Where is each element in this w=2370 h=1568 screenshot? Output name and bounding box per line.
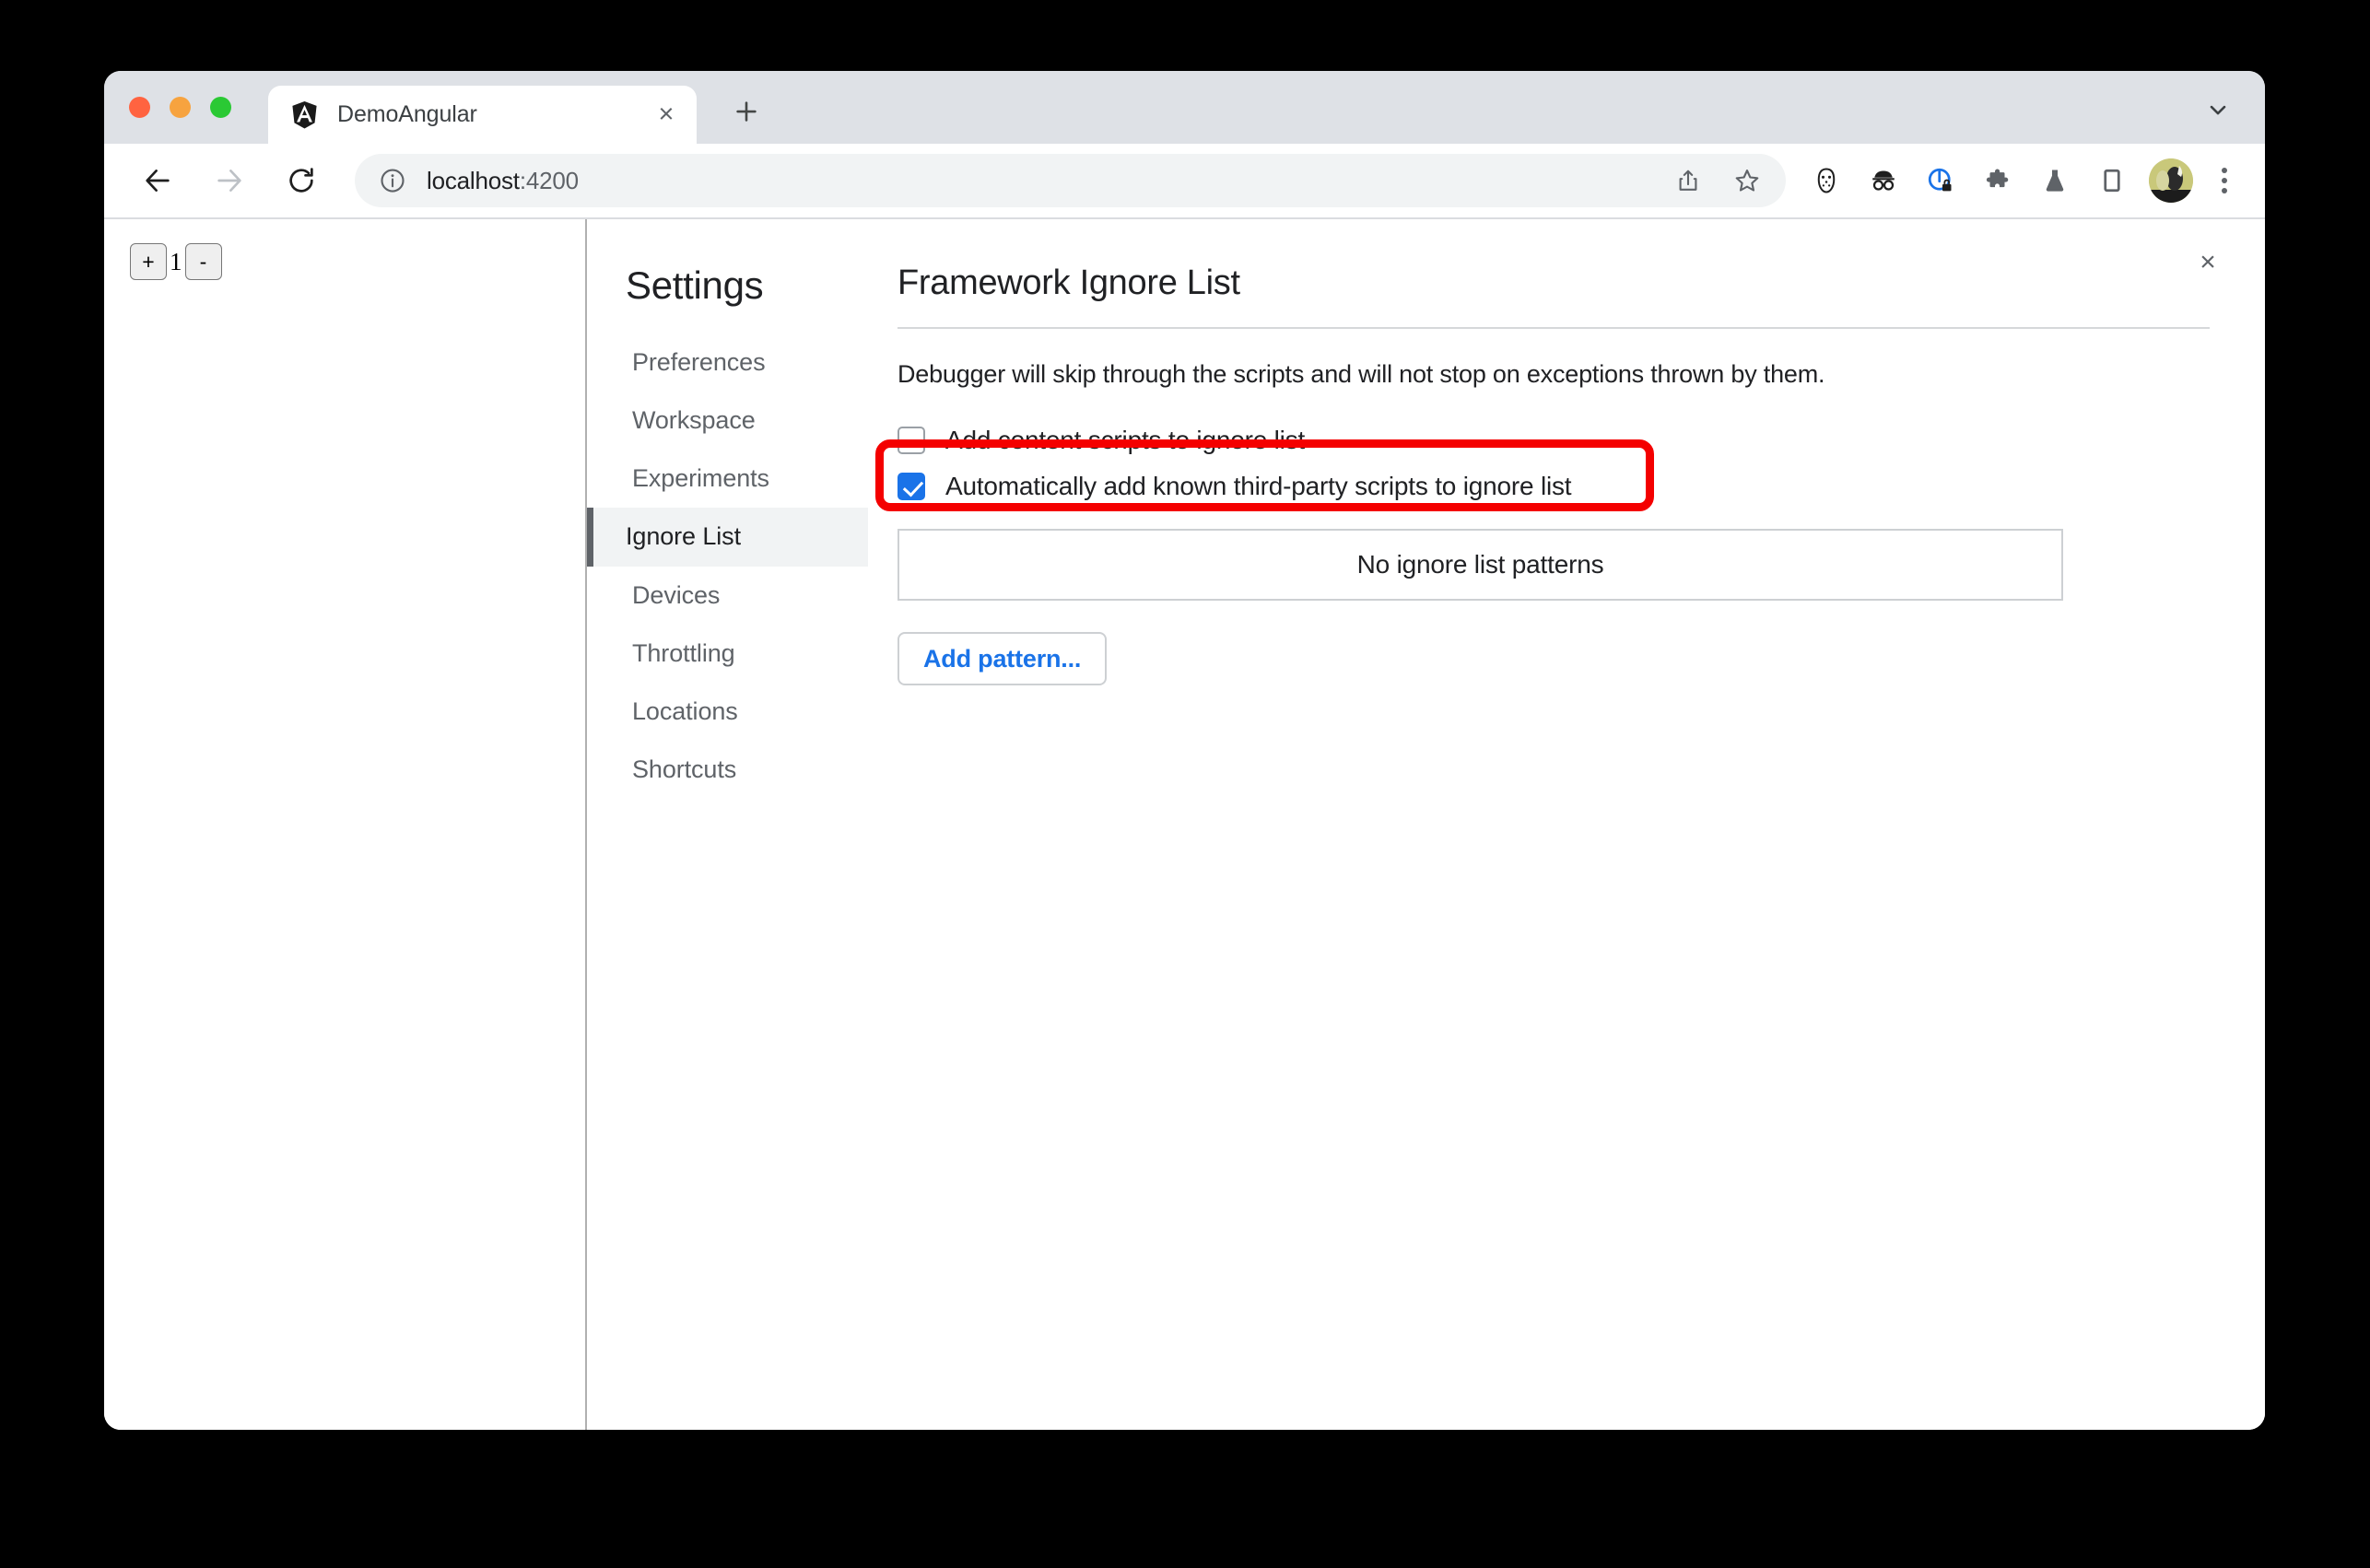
- devtools-settings-dialog: × Settings Preferences Workspace Experim…: [587, 219, 2265, 1430]
- forward-arrow-icon: [204, 155, 255, 206]
- tab-strip: DemoAngular ×: [104, 71, 2265, 144]
- sidebar-item-workspace[interactable]: Workspace: [587, 392, 868, 450]
- extension-icons: [1804, 158, 2134, 203]
- browser-tab[interactable]: DemoAngular ×: [268, 86, 697, 144]
- counter-widget: + 1 -: [130, 243, 585, 280]
- checkbox-row-content-scripts[interactable]: Add content scripts to ignore list: [898, 420, 2210, 461]
- angular-logo-icon: [290, 100, 319, 129]
- chevron-down-icon[interactable]: [2197, 88, 2239, 131]
- share-icon[interactable]: [1666, 158, 1710, 203]
- incognito-glasses-icon[interactable]: [1861, 158, 1906, 203]
- window-maximize-button[interactable]: [210, 97, 231, 118]
- url-host: localhost: [427, 166, 520, 194]
- reload-icon[interactable]: [276, 155, 327, 206]
- traffic-lights: [129, 97, 231, 118]
- panel-title: Framework Ignore List: [898, 263, 1240, 302]
- sidebar-item-label: Devices: [632, 580, 721, 609]
- checkbox-content-scripts[interactable]: [898, 427, 925, 454]
- content-region: + 1 - × Settings Preferences Workspace E…: [104, 217, 2265, 1430]
- sidebar-item-shortcuts[interactable]: Shortcuts: [587, 741, 868, 799]
- sidebar-item-preferences[interactable]: Preferences: [587, 333, 868, 392]
- checkbox-label: Add content scripts to ignore list: [945, 426, 1306, 454]
- back-arrow-icon[interactable]: [132, 155, 183, 206]
- privacy-lock-icon[interactable]: [1918, 158, 1963, 203]
- profile-avatar[interactable]: [2149, 158, 2193, 203]
- patterns-empty-text: No ignore list patterns: [1356, 550, 1604, 579]
- three-dots-menu-icon[interactable]: [2204, 158, 2245, 203]
- checkbox-row-third-party-scripts[interactable]: Automatically add known third-party scri…: [898, 466, 2210, 507]
- add-pattern-button[interactable]: Add pattern...: [898, 632, 1108, 685]
- info-circle-icon[interactable]: [377, 165, 408, 196]
- new-tab-button[interactable]: [723, 88, 769, 135]
- counter-value: 1: [170, 247, 182, 275]
- sidebar-item-locations[interactable]: Locations: [587, 683, 868, 741]
- window-close-button[interactable]: [129, 97, 150, 118]
- sidebar-item-experiments[interactable]: Experiments: [587, 450, 868, 508]
- side-panel-icon[interactable]: [2090, 158, 2134, 203]
- sidebar-item-label: Ignore List: [626, 522, 741, 551]
- settings-sidebar: Settings Preferences Workspace Experimen…: [587, 219, 868, 1430]
- sidebar-item-label: Experiments: [632, 464, 769, 493]
- panel-divider: [898, 327, 2210, 329]
- browser-toolbar: localhost:4200: [104, 144, 2265, 217]
- sidebar-item-label: Locations: [632, 696, 738, 725]
- panel-description: Debugger will skip through the scripts a…: [898, 360, 1825, 388]
- flask-icon[interactable]: [2033, 158, 2077, 203]
- page-title: Settings: [626, 263, 764, 307]
- star-icon[interactable]: [1725, 158, 1769, 203]
- page-viewport: + 1 -: [104, 219, 587, 1430]
- puzzle-piece-icon[interactable]: [1976, 158, 2020, 203]
- browser-window: DemoAngular × localhost:4200 + 1 - × Set…: [104, 71, 2265, 1430]
- address-bar[interactable]: localhost:4200: [355, 154, 1786, 207]
- sidebar-item-throttling[interactable]: Throttling: [587, 625, 868, 683]
- hockey-mask-icon[interactable]: [1804, 158, 1848, 203]
- tab-title: DemoAngular: [337, 101, 477, 127]
- decrement-button[interactable]: -: [184, 243, 222, 280]
- ignore-list-patterns-box: No ignore list patterns: [898, 529, 2063, 601]
- omnibox-actions: [1666, 158, 1769, 203]
- sidebar-item-label: Preferences: [632, 348, 766, 376]
- sidebar-item-ignore-list[interactable]: Ignore List: [587, 508, 868, 567]
- checkbox-label: Automatically add known third-party scri…: [945, 472, 1572, 500]
- checkbox-third-party-scripts[interactable]: [898, 473, 925, 500]
- settings-content: Framework Ignore List Debugger will skip…: [868, 219, 2265, 1430]
- tab-close-icon[interactable]: ×: [647, 96, 686, 135]
- sidebar-item-label: Workspace: [632, 406, 756, 435]
- increment-button[interactable]: +: [130, 243, 167, 280]
- sidebar-item-label: Throttling: [632, 638, 735, 667]
- window-minimize-button[interactable]: [170, 97, 191, 118]
- sidebar-item-label: Shortcuts: [632, 755, 737, 783]
- url-display: localhost:4200: [427, 167, 1666, 195]
- url-port: :4200: [519, 166, 579, 194]
- sidebar-item-devices[interactable]: Devices: [587, 567, 868, 625]
